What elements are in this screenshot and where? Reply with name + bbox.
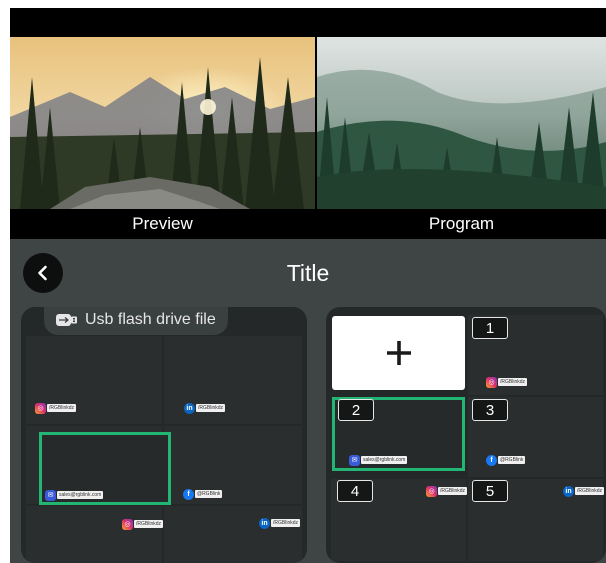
social-badge: ◎ /RGBlinkdz xyxy=(122,518,164,530)
source-cell[interactable] xyxy=(26,506,162,563)
social-badge: in /RGBlinkdz xyxy=(259,517,301,529)
linkedin-icon: in xyxy=(259,517,270,529)
usb-tab-label: Usb flash drive file xyxy=(85,311,216,328)
top-bar xyxy=(10,8,606,37)
title-bar: Title xyxy=(10,239,606,307)
linkedin-icon: in xyxy=(184,402,195,414)
social-badge: ✉ sales@rgblink.com xyxy=(349,454,408,466)
social-badge: ◎ /RGBlinkdz xyxy=(486,376,528,388)
slot-number-1: 1 xyxy=(472,317,508,339)
program-label: Program xyxy=(317,209,606,239)
facebook-icon: f xyxy=(486,454,497,466)
content-area: Usb flash drive file ◎ /RGBlinkdz in /RG… xyxy=(10,307,606,563)
social-badge: ◎ /RGBlinkdz xyxy=(35,402,77,414)
social-badge: in /RGBlinkdz xyxy=(184,402,226,414)
slot-number-3: 3 xyxy=(472,399,508,421)
facebook-icon: f xyxy=(183,488,194,500)
slot-number-4: 4 xyxy=(337,480,373,502)
social-badge: in /RGBlinkdz xyxy=(563,485,605,497)
add-source-button[interactable] xyxy=(332,316,465,390)
slot-number-2: 2 xyxy=(338,399,374,421)
instagram-icon: ◎ xyxy=(426,485,437,497)
app-window: Preview Program Title Usb flash drive fi… xyxy=(10,8,606,563)
social-badge: f @RGBlink xyxy=(183,488,223,500)
chevron-left-icon xyxy=(38,265,47,281)
slot-number-5: 5 xyxy=(472,480,508,502)
source-panel: Usb flash drive file ◎ /RGBlinkdz in /RG… xyxy=(21,307,307,563)
preview-label: Preview xyxy=(10,209,315,239)
preview-monitor[interactable] xyxy=(10,37,315,209)
usb-icon xyxy=(56,314,77,326)
preview-image xyxy=(10,37,315,209)
instagram-icon: ◎ xyxy=(122,518,133,530)
instagram-icon: ◎ xyxy=(486,376,497,388)
mail-icon: ✉ xyxy=(349,454,360,466)
back-button[interactable] xyxy=(23,253,63,293)
source-cell[interactable] xyxy=(164,506,302,563)
layout-panel: 1 2 3 4 5 ◎ /RGBlinkdz ✉ sales@rgblink.c… xyxy=(326,307,606,563)
plus-icon xyxy=(386,341,411,365)
social-badge: ◎ /RGBlinkdz xyxy=(426,485,468,497)
linkedin-icon: in xyxy=(563,485,574,497)
program-image xyxy=(317,37,606,209)
usb-file-tab[interactable]: Usb flash drive file xyxy=(44,307,228,335)
instagram-icon: ◎ xyxy=(35,402,46,414)
program-monitor[interactable] xyxy=(317,37,606,209)
page-title: Title xyxy=(286,260,330,286)
mail-icon: ✉ xyxy=(45,489,56,501)
social-badge: ✉ sales@rgblink.com xyxy=(45,489,104,501)
social-badge: f @RGBlink xyxy=(486,454,526,466)
